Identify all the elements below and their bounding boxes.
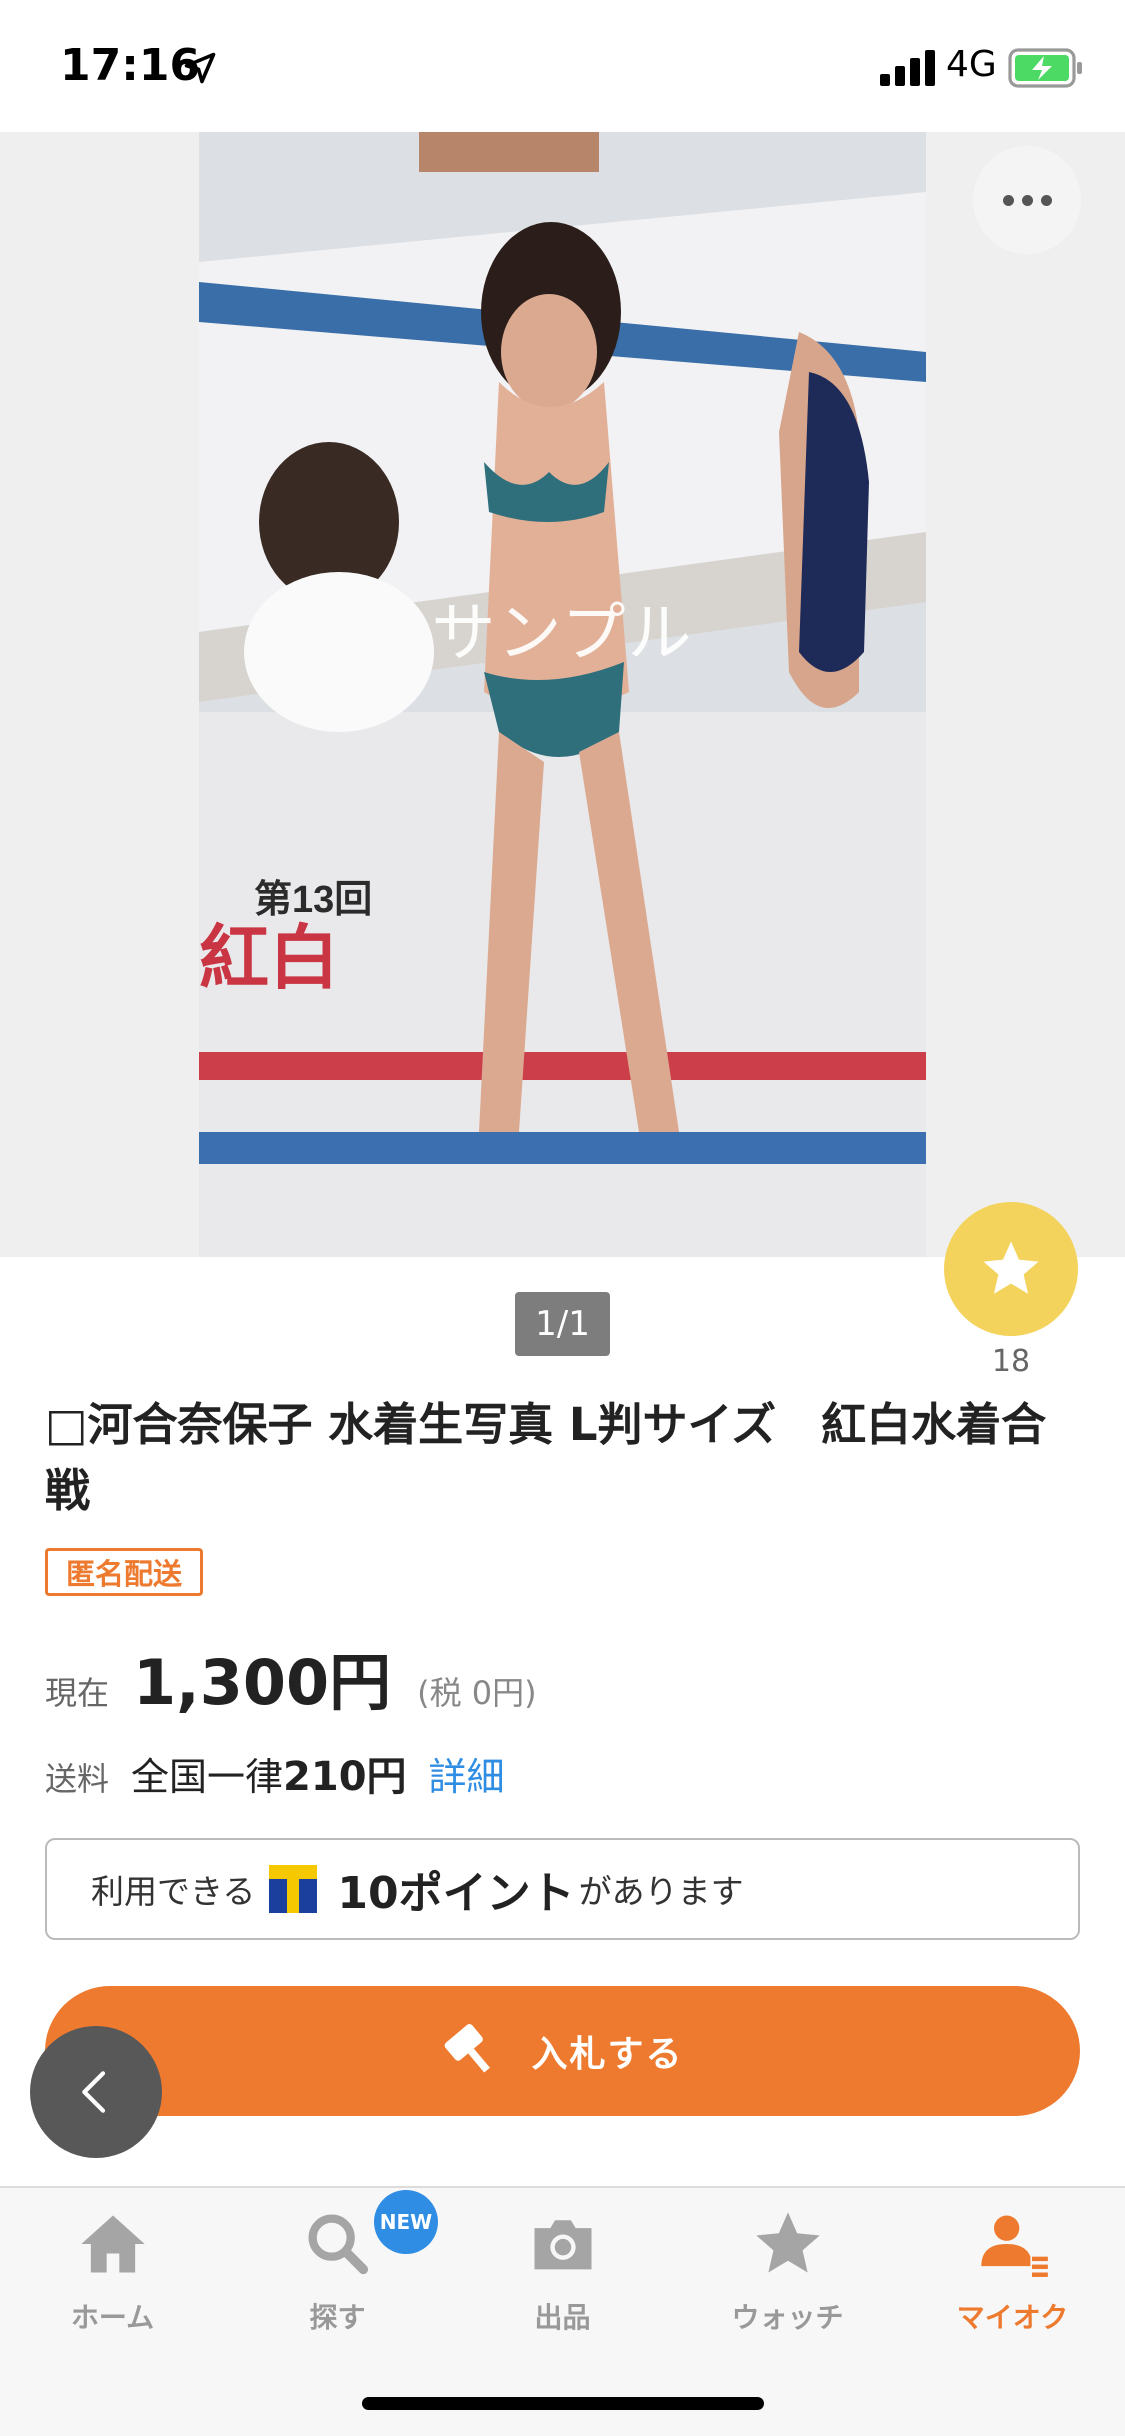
shipping-amount: 210円	[283, 1754, 407, 1800]
star-icon	[755, 2212, 820, 2273]
signal-icon	[880, 50, 935, 86]
location-arrow-icon	[184, 52, 216, 84]
star-icon	[983, 1241, 1039, 1294]
gavel-icon	[445, 2024, 491, 2073]
chevron-left-icon	[82, 2071, 106, 2113]
watch-count: 18	[991, 1344, 1031, 1379]
more-dots-icon	[1040, 194, 1052, 206]
bid-label: 入札する	[531, 2034, 684, 2075]
current-price: 1,300円	[133, 1646, 392, 1719]
tab-watch[interactable]: ウォッチ	[675, 2206, 900, 2346]
price-label: 現在	[45, 1674, 110, 1712]
home-indicator	[362, 2397, 764, 2410]
watch-button[interactable]	[944, 1202, 1078, 1336]
image-pager: 1/1	[515, 1292, 610, 1356]
shipping-prefix: 全国一律	[131, 1755, 284, 1799]
user-icon	[980, 2215, 1048, 2277]
bid-button[interactable]: 入札する	[45, 1986, 1080, 2116]
search-icon	[308, 2214, 368, 2275]
item-photo[interactable]: 第13回 紅白 サンプル	[199, 132, 926, 1257]
more-options-button[interactable]	[973, 146, 1081, 254]
points-banner[interactable]: 利用できる 10ポイント があります	[45, 1838, 1080, 1940]
shipping-label: 送料	[45, 1760, 110, 1798]
back-button[interactable]	[30, 2026, 162, 2158]
tab-label: マイオク	[956, 2301, 1069, 2334]
tab-label: 探す	[309, 2301, 366, 2334]
more-dots-icon	[1002, 194, 1014, 206]
points-value: 10ポイント	[337, 1868, 575, 1919]
tab-sell[interactable]: 出品	[450, 2206, 675, 2346]
status-time: 17:16	[60, 40, 201, 91]
home-icon	[80, 2215, 145, 2273]
tab-label: ウォッチ	[731, 2301, 844, 2334]
more-dots-icon	[1021, 194, 1033, 206]
tab-label: 出品	[534, 2301, 591, 2334]
price-row: 現在 1,300円 (税 0円)	[45, 1632, 537, 1722]
tab-home[interactable]: ホーム	[0, 2206, 225, 2346]
anonymous-shipping-badge: 匿名配送	[45, 1548, 204, 1596]
points-suffix: があります	[578, 1872, 744, 1911]
tab-label: ホーム	[70, 2301, 155, 2334]
svg-text:第13回: 第13回	[254, 879, 372, 921]
sample-watermark: サンプル	[431, 597, 694, 671]
shipping-detail-link[interactable]: 詳細	[429, 1746, 505, 1801]
item-image-area[interactable]: 第13回 紅白 サンプル	[0, 132, 1125, 1257]
item-title: □河合奈保子 水着生写真 L判サイズ 紅白水着合戦	[45, 1398, 1047, 1517]
shipping-row: 送料 全国一律210円 詳細	[45, 1744, 505, 1802]
svg-text:紅白: 紅白	[199, 919, 339, 997]
points-prefix: 利用できる	[91, 1872, 256, 1911]
status-bar: 17:16 4G	[0, 0, 1125, 132]
battery-icon	[1008, 48, 1082, 88]
shipping-value: 全国一律210円	[131, 1744, 407, 1802]
item-photo-image: 第13回 紅白	[199, 132, 926, 1257]
network-type: 4G	[946, 44, 997, 85]
page: 17:16 4G 第13回 紅白 サンプル 1/1 18 □河合奈保子 水着生写…	[0, 0, 1125, 2436]
tax-amount: (税 0円)	[417, 1674, 537, 1712]
camera-icon	[534, 2220, 591, 2270]
new-badge: NEW	[374, 2190, 438, 2254]
tab-my-auction[interactable]: マイオク	[900, 2206, 1125, 2346]
t-point-icon	[269, 1865, 318, 1913]
